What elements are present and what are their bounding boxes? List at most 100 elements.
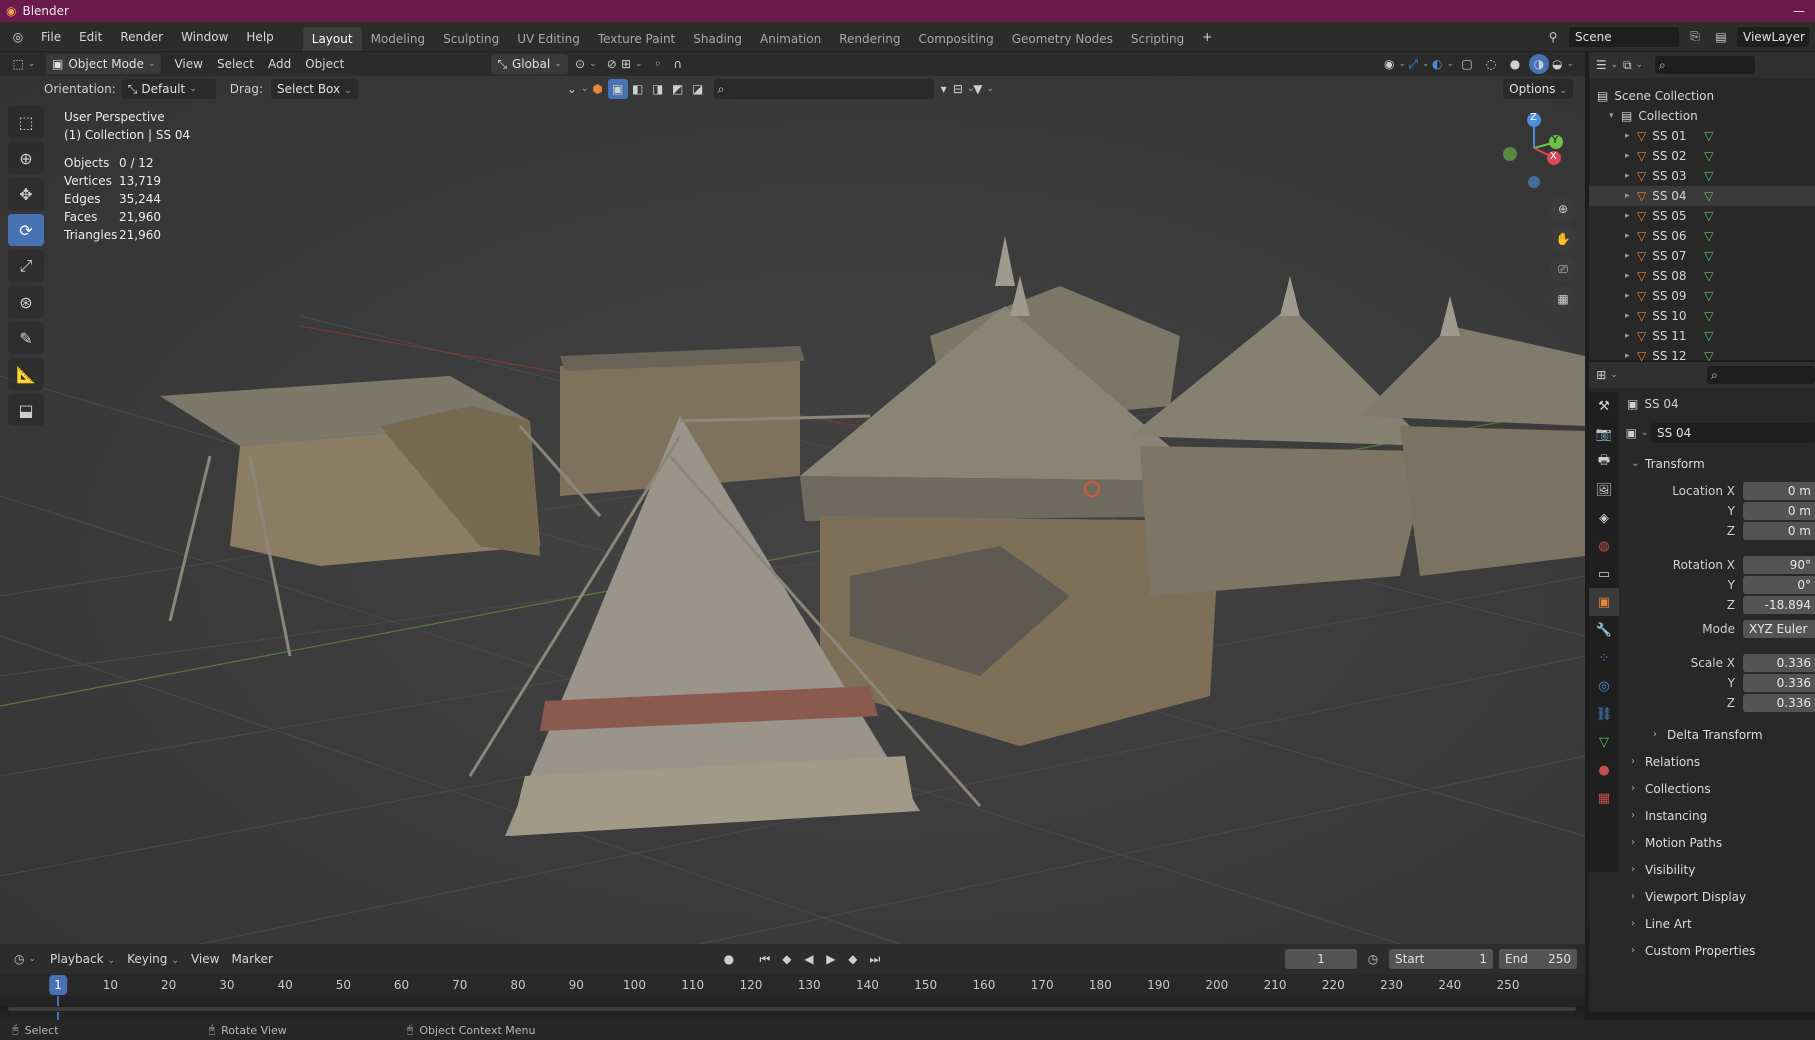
camera-icon[interactable]: ⎚ [1550, 256, 1576, 282]
texture-tab-icon[interactable]: ▦ [1589, 784, 1619, 812]
add-workspace-button[interactable]: + [1193, 24, 1221, 50]
grid-perspective-icon[interactable]: ▦ [1550, 286, 1576, 312]
editor-type-icon[interactable]: ⬚ [8, 54, 40, 74]
transform-panel-header[interactable]: ⌄ Transform [1627, 450, 1815, 477]
measure-tool-icon[interactable]: 📐 [8, 358, 44, 390]
object-tab-icon[interactable]: ▣ [1589, 588, 1619, 616]
current-frame-marker[interactable]: 1 [49, 975, 67, 995]
prev-keyframe-icon[interactable]: ◆ [777, 949, 797, 969]
filter-icon[interactable]: ▼ [973, 79, 994, 99]
modifiers-tab-icon[interactable]: 🔧 [1589, 616, 1619, 644]
timeline-scroll-thumb[interactable] [8, 1007, 1576, 1011]
tab-sculpting[interactable]: Sculpting [434, 27, 508, 51]
physics-tab-icon[interactable]: ◎ [1589, 672, 1619, 700]
mesh-data-icon[interactable]: ▽ [1704, 249, 1713, 263]
tab-uv-editing[interactable]: UV Editing [508, 27, 589, 51]
material-tab-icon[interactable]: ● [1589, 756, 1619, 784]
expand-arrow-icon[interactable]: ▸ [1625, 331, 1637, 341]
rotation-x-field[interactable]: 90° [1743, 556, 1815, 574]
current-frame-field[interactable]: 1 [1285, 949, 1357, 969]
timeline-ruler[interactable]: 1 10 20 30 40 50 60 70 80 90 100 110 120 130 140 150 16… [0, 974, 1585, 1020]
tab-compositing[interactable]: Compositing [909, 27, 1002, 51]
falloff-icon[interactable]: ∩ [668, 54, 688, 74]
mesh-data-icon[interactable]: ▽ [1704, 329, 1713, 343]
tab-rendering[interactable]: Rendering [830, 27, 909, 51]
wireframe-shading-icon[interactable]: ◌ [1481, 54, 1501, 74]
mesh-data-icon[interactable]: ▽ [1704, 269, 1713, 283]
expand-arrow-icon[interactable]: ▸ [1625, 191, 1637, 201]
jump-start-icon[interactable]: ⏮ [755, 949, 775, 969]
scene-collection-row[interactable]: ▤ Scene Collection [1589, 86, 1815, 106]
section-visibility[interactable]: › Visibility [1627, 856, 1815, 883]
tab-scripting[interactable]: Scripting [1122, 27, 1193, 51]
menu-edit[interactable]: Edit [70, 24, 111, 50]
collection-tab-icon[interactable]: ▭ [1589, 560, 1619, 588]
menu-help[interactable]: Help [237, 24, 282, 50]
section-viewport-display[interactable]: › Viewport Display [1627, 883, 1815, 910]
expand-arrow-icon[interactable]: ▸ [1625, 231, 1637, 241]
filter-options-icon[interactable]: ⊟ [953, 79, 974, 99]
scene-selector[interactable]: Scene [1569, 26, 1679, 47]
outliner-item-ss-09[interactable]: ▸ ▽ SS 09 ▽ [1589, 286, 1815, 306]
proportional-edit-icon[interactable]: ◦ [648, 54, 668, 74]
constraints-tab-icon[interactable]: ⛓ [1589, 700, 1619, 728]
properties-editor-icon[interactable]: ⊞ [1596, 365, 1617, 385]
outliner-item-ss-04[interactable]: ▸ ▽ SS 04 ▽ [1589, 186, 1815, 206]
select-box-tool-icon[interactable]: ⬚ [8, 106, 44, 138]
viewport-search-field[interactable]: ⌕ [713, 79, 934, 99]
outliner-item-ss-03[interactable]: ▸ ▽ SS 03 ▽ [1589, 166, 1815, 186]
world-tab-icon[interactable]: ◍ [1589, 532, 1619, 560]
object-name-field[interactable]: SS 04 [1651, 423, 1815, 443]
gizmo-toggle-icon[interactable]: ⤢ [1408, 54, 1429, 74]
timeline-menu-marker[interactable]: Marker [225, 946, 278, 972]
snap-icon[interactable]: ⊘ [602, 54, 622, 74]
select-mode-set-icon[interactable]: ▣ [607, 79, 628, 99]
scale-z-field[interactable]: 0.336 [1743, 694, 1815, 712]
next-keyframe-icon[interactable]: ◆ [843, 949, 863, 969]
play-reverse-icon[interactable]: ◀ [799, 949, 819, 969]
mesh-data-icon[interactable]: ▽ [1704, 129, 1713, 143]
bookmark-icon[interactable]: ▾ [934, 79, 954, 99]
viewport-menu-object[interactable]: Object [298, 51, 351, 77]
scene-icon[interactable]: ⚲ [1543, 27, 1563, 47]
tab-modeling[interactable]: Modeling [362, 27, 435, 51]
mesh-data-icon[interactable]: ▽ [1704, 229, 1713, 243]
outliner-item-ss-07[interactable]: ▸ ▽ SS 07 ▽ [1589, 246, 1815, 266]
object-data-icon[interactable]: ▣ [1626, 423, 1647, 443]
timeline-menu-view[interactable]: View [185, 946, 225, 972]
data-tab-icon[interactable]: ▽ [1589, 728, 1619, 756]
expand-arrow-icon[interactable]: ▸ [1625, 311, 1637, 321]
selectability-icon[interactable]: ⌄ [567, 79, 588, 99]
snap-target-icon[interactable]: ⊞ [621, 54, 642, 74]
view-layer-tab-icon[interactable]: 🖼 [1589, 476, 1619, 504]
transform-orientation[interactable]: ⤡ Global [491, 54, 568, 74]
menu-window[interactable]: Window [172, 24, 237, 50]
tab-layout[interactable]: Layout [302, 27, 362, 51]
expand-arrow-icon[interactable]: ▸ [1625, 211, 1637, 221]
pivot-point-icon[interactable]: ⊙ [575, 54, 596, 74]
view-layer-icon[interactable]: ▤ [1711, 27, 1731, 47]
overlays-icon[interactable]: ◐ [1432, 54, 1453, 74]
cursor-tool-icon[interactable]: ⊕ [8, 142, 44, 174]
navigation-gizmo[interactable]: Z Y X [1498, 108, 1570, 192]
rotation-z-field[interactable]: -18.894 [1743, 596, 1815, 614]
select-mode-intersect-icon[interactable]: ◪ [688, 79, 708, 99]
zoom-icon[interactable]: ⊕ [1550, 196, 1576, 222]
viewport-menu-add[interactable]: Add [261, 51, 298, 77]
collection-expand-icon[interactable]: ▾ [1609, 111, 1621, 121]
expand-arrow-icon[interactable]: ▸ [1625, 171, 1637, 181]
mesh-data-icon[interactable]: ▽ [1704, 189, 1713, 203]
section-line-art[interactable]: › Line Art [1627, 910, 1815, 937]
scale-tool-icon[interactable]: ⤢ [8, 250, 44, 282]
section-custom-properties[interactable]: › Custom Properties [1627, 937, 1815, 964]
outliner-item-ss-01[interactable]: ▸ ▽ SS 01 ▽ [1589, 126, 1815, 146]
outliner-item-ss-05[interactable]: ▸ ▽ SS 05 ▽ [1589, 206, 1815, 226]
material-shading-icon[interactable]: ◑ [1529, 54, 1549, 74]
outliner-item-ss-10[interactable]: ▸ ▽ SS 10 ▽ [1589, 306, 1815, 326]
display-mode-icon[interactable]: ⧉ [1623, 55, 1643, 75]
mesh-data-icon[interactable]: ▽ [1704, 149, 1713, 163]
add-cube-tool-icon[interactable]: ⬓ [8, 394, 44, 426]
outliner-search-field[interactable]: ⌕ [1655, 56, 1755, 74]
mesh-data-icon[interactable]: ▽ [1704, 289, 1713, 303]
select-mode-invert-icon[interactable]: ◩ [668, 79, 688, 99]
